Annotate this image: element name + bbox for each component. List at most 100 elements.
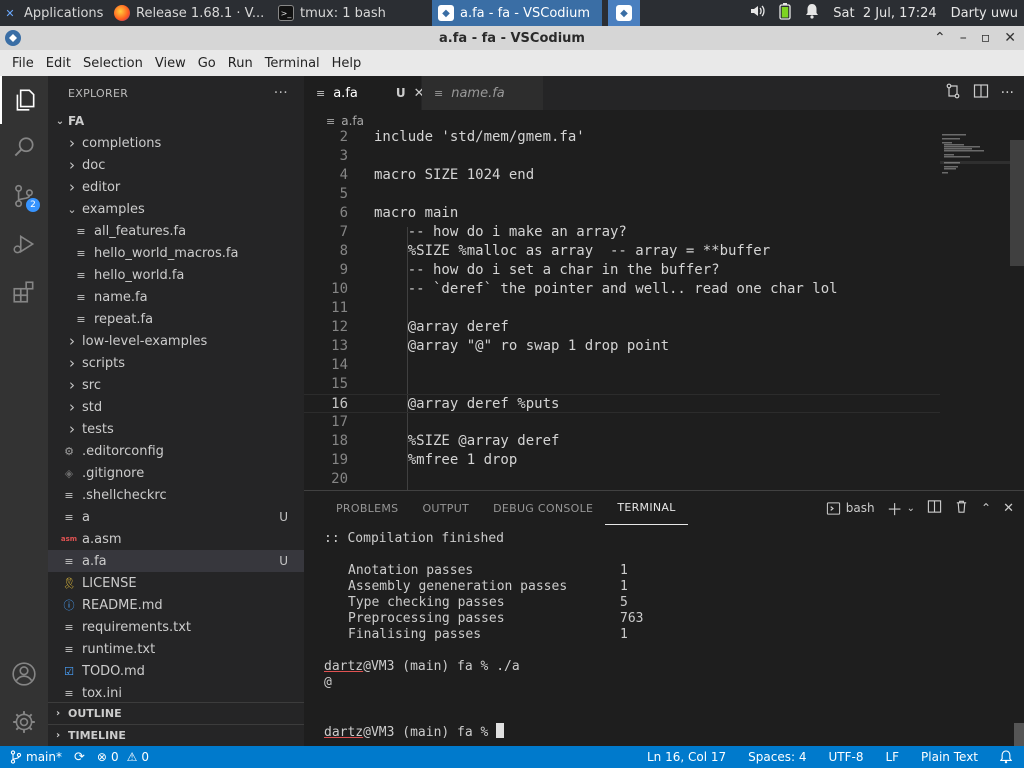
- tab-output[interactable]: OUTPUT: [410, 491, 481, 525]
- tab-name-fa[interactable]: ≡ name.fa: [422, 76, 544, 110]
- tree-file[interactable]: ◈ .gitignore: [48, 462, 304, 484]
- code-line[interactable]: 20: [304, 470, 940, 489]
- menu-file[interactable]: File: [6, 56, 40, 71]
- tree-file[interactable]: ≡ runtime.txt: [48, 638, 304, 660]
- code-line[interactable]: 10 -- `deref` the pointer and well.. rea…: [304, 280, 940, 299]
- code-line[interactable]: 2 include 'std/mem/gmem.fa': [304, 128, 940, 147]
- tree-file[interactable]: asm a.asm: [48, 528, 304, 550]
- tree-file[interactable]: ≡ hello_world_macros.fa: [48, 242, 304, 264]
- menu-run[interactable]: Run: [222, 56, 259, 71]
- menu-view[interactable]: View: [149, 56, 192, 71]
- tab-debug-console[interactable]: DEBUG CONSOLE: [481, 491, 605, 525]
- code-line[interactable]: 16 @array deref %puts: [304, 394, 940, 413]
- status-language[interactable]: Plain Text: [915, 750, 984, 764]
- more-actions-icon[interactable]: ···: [1001, 85, 1014, 101]
- tree-file[interactable]: ≡ requirements.txt: [48, 616, 304, 638]
- code-line[interactable]: 4 macro SIZE 1024 end: [304, 166, 940, 185]
- split-editor-icon[interactable]: [973, 83, 989, 103]
- tab-terminal[interactable]: TERMINAL: [605, 491, 688, 525]
- editor-scrollbar[interactable]: [1010, 140, 1024, 266]
- task-tmux[interactable]: >_ tmux: 1 bash: [272, 0, 432, 26]
- breadcrumb-file[interactable]: a.fa: [341, 114, 364, 128]
- activity-explorer[interactable]: [0, 76, 48, 124]
- task-small-window[interactable]: ◆: [608, 0, 640, 26]
- activity-run-debug[interactable]: [0, 220, 48, 268]
- tab-problems[interactable]: PROBLEMS: [324, 491, 410, 525]
- window-close-icon[interactable]: ✕: [1004, 30, 1016, 46]
- battery-icon[interactable]: [779, 2, 791, 24]
- task-firefox[interactable]: Release 1.68.1 · V...: [108, 0, 272, 26]
- terminal-instance[interactable]: bash: [826, 501, 875, 516]
- task-vscodium[interactable]: ◆ a.fa - fa - VSCodium: [432, 0, 602, 26]
- window-collapse-icon[interactable]: ⌃: [934, 30, 946, 46]
- tree-file[interactable]: ≡ a.fa U: [48, 550, 304, 572]
- tree-folder[interactable]: › completions: [48, 132, 304, 154]
- menu-edit[interactable]: Edit: [40, 56, 77, 71]
- maximize-panel-icon[interactable]: ⌃: [981, 501, 991, 515]
- terminal-output[interactable]: :: Compilation finished Anotation passes…: [324, 531, 1004, 740]
- code-line[interactable]: 18 %SIZE @array deref: [304, 432, 940, 451]
- activity-accounts[interactable]: [0, 650, 48, 698]
- more-actions-icon[interactable]: ···: [274, 85, 288, 101]
- code-line[interactable]: 7 -- how do i make an array?: [304, 223, 940, 242]
- status-eol[interactable]: LF: [879, 750, 905, 764]
- minimap[interactable]: [940, 132, 1010, 232]
- trash-icon[interactable]: [954, 499, 969, 517]
- code-line[interactable]: 15: [304, 375, 940, 394]
- tab-a-fa[interactable]: ≡ a.fa U ✕: [304, 76, 425, 110]
- notification-bell-icon[interactable]: [994, 750, 1018, 764]
- code-line[interactable]: 13 @array "@" ro swap 1 drop point: [304, 337, 940, 356]
- tree-file[interactable]: ≡ a U: [48, 506, 304, 528]
- open-changes-icon[interactable]: [945, 83, 961, 103]
- status-indentation[interactable]: Spaces: 4: [742, 750, 812, 764]
- menu-selection[interactable]: Selection: [77, 56, 149, 71]
- code-line[interactable]: 17: [304, 413, 940, 432]
- new-terminal-icon[interactable]: ＋: [887, 496, 903, 520]
- window-titlebar[interactable]: a.fa - fa - VSCodium ⌃ – ▫ ✕: [0, 26, 1024, 50]
- tree-file[interactable]: ≡ tox.ini: [48, 682, 304, 704]
- status-branch[interactable]: main*: [0, 750, 68, 764]
- timeline-section[interactable]: › TIMELINE: [48, 724, 304, 746]
- status-encoding[interactable]: UTF-8: [822, 750, 869, 764]
- applications-menu[interactable]: ✕ Applications ☰: [0, 0, 108, 26]
- tree-file[interactable]: ≡ hello_world.fa: [48, 264, 304, 286]
- code-line[interactable]: 11: [304, 299, 940, 318]
- activity-manage[interactable]: [0, 698, 48, 746]
- notification-bell-icon[interactable]: [805, 3, 819, 23]
- code-line[interactable]: 9 -- how do i set a char in the buffer?: [304, 261, 940, 280]
- split-terminal-icon[interactable]: [927, 499, 942, 517]
- tree-file[interactable]: ≡ all_features.fa: [48, 220, 304, 242]
- menu-terminal[interactable]: Terminal: [259, 56, 326, 71]
- tree-file[interactable]: ⓘ README.md: [48, 594, 304, 616]
- tree-folder[interactable]: › scripts: [48, 352, 304, 374]
- explorer-root-folder[interactable]: ⌄ FA: [48, 110, 304, 132]
- menu-help[interactable]: Help: [326, 56, 368, 71]
- tree-file[interactable]: ≡ repeat.fa: [48, 308, 304, 330]
- window-minimize-icon[interactable]: –: [960, 30, 967, 46]
- close-panel-icon[interactable]: ✕: [1003, 501, 1014, 516]
- tree-folder[interactable]: ⌄ examples: [48, 198, 304, 220]
- tree-folder[interactable]: › src: [48, 374, 304, 396]
- code-editor[interactable]: 2 include 'std/mem/gmem.fa' 3 4 macro SIZE 1…: [304, 129, 1024, 490]
- code-line[interactable]: 14: [304, 356, 940, 375]
- clock[interactable]: Sat 2 Jul, 17:24: [833, 6, 936, 21]
- chevron-down-icon[interactable]: ⌄: [907, 503, 915, 514]
- volume-icon[interactable]: [749, 3, 765, 23]
- code-line[interactable]: 19 %mfree 1 drop: [304, 451, 940, 470]
- terminal-scrollbar[interactable]: [1014, 723, 1024, 747]
- tree-file[interactable]: ⚙ .editorconfig: [48, 440, 304, 462]
- tree-file[interactable]: ≡ name.fa: [48, 286, 304, 308]
- tree-file[interactable]: ≡ .shellcheckrc: [48, 484, 304, 506]
- code-line[interactable]: 12 @array deref: [304, 318, 940, 337]
- session-user[interactable]: Darty uwu: [951, 6, 1018, 21]
- tree-folder[interactable]: › editor: [48, 176, 304, 198]
- status-cursor-position[interactable]: Ln 16, Col 17: [641, 750, 732, 764]
- terminal-active-prompt[interactable]: dartz@VM3 (main) fa %: [324, 723, 1004, 740]
- activity-source-control[interactable]: 2: [0, 172, 48, 220]
- tree-file[interactable]: ☑ TODO.md: [48, 660, 304, 682]
- window-maximize-icon[interactable]: ▫: [981, 30, 991, 46]
- tree-folder[interactable]: › low-level-examples: [48, 330, 304, 352]
- menu-go[interactable]: Go: [192, 56, 222, 71]
- tree-file[interactable]: 🎗 LICENSE: [48, 572, 304, 594]
- code-line[interactable]: 8 %SIZE %malloc as array -- array = **bu…: [304, 242, 940, 261]
